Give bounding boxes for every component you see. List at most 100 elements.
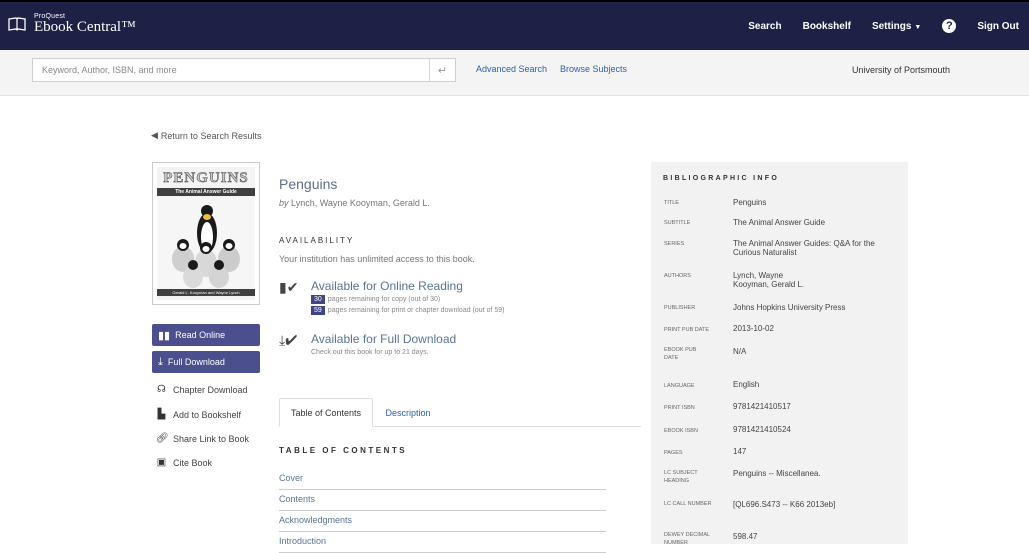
toc-item-cover[interactable]: Cover (279, 469, 606, 490)
nav-settings[interactable]: Settings ▼ (872, 21, 921, 32)
penguins-illustration (157, 197, 255, 289)
read-online-label: Read Online (175, 330, 226, 340)
nav-bookshelf[interactable]: Bookshelf (803, 21, 851, 32)
book-authors: by Lynch, Wayne Kooyman, Gerald L. (279, 198, 430, 208)
bib-label: SUBTITLE (664, 220, 691, 226)
quote-icon: ▣ (156, 457, 167, 468)
search-input[interactable] (33, 65, 429, 75)
read-online-button[interactable]: ▮▮ Read Online (152, 324, 260, 346)
toc-item-contents[interactable]: Contents (279, 490, 606, 511)
bib-label: PRINT ISBN (664, 405, 695, 411)
toc-item-acknowledgments[interactable]: Acknowledgments (279, 511, 606, 532)
brand-logo[interactable]: ProQuest Ebook Central™ (8, 13, 136, 35)
open-book-icon (8, 17, 26, 31)
headset-icon: ☊ (157, 384, 166, 395)
link-icon: 🔗︎ (156, 433, 169, 444)
top-navbar: ProQuest Ebook Central™ Search Bookshelf… (0, 0, 1029, 50)
nav-search[interactable]: Search (748, 21, 781, 32)
bib-value-print-isbn: 9781421410517 (733, 402, 791, 411)
authors-text: Lynch, Wayne Kooyman, Gerald L. (291, 198, 430, 208)
cite-book-label: Cite Book (173, 457, 213, 468)
top-nav: Search Bookshelf Settings ▼ ? Sign Out (748, 2, 1029, 50)
advanced-search-link[interactable]: Advanced Search (476, 64, 547, 74)
bib-value-publisher: Johns Hopkins University Press (733, 303, 846, 312)
brand-name: Ebook Central™ (34, 19, 136, 35)
caret-down-icon: ▼ (914, 23, 922, 31)
chapter-download-link[interactable]: ☊ Chapter Download (156, 384, 248, 395)
content-tabs: Table of Contents Description (279, 398, 641, 427)
share-link-label: Share Link to Book (173, 433, 250, 444)
institution-name: University of Portsmouth (852, 65, 951, 75)
print-pages-text: pages remaining for print or chapter dow… (327, 307, 505, 314)
bib-value-print-pub-date: 2013-10-02 (733, 324, 774, 333)
add-bookshelf-label: Add to Bookshelf (173, 409, 242, 420)
return-to-results-link[interactable]: ◀ Return to Search Results (151, 130, 261, 141)
book-icon: ▮▮ (158, 329, 171, 342)
download-icon: ⤓ (158, 355, 163, 368)
print-pages-line: 59 pages remaining for print or chapter … (311, 306, 504, 315)
brand-text: ProQuest Ebook Central™ (34, 13, 136, 35)
copy-pages-text: pages remaining for copy (out of 30) (327, 296, 441, 303)
download-info-text: Check out this book for up to 21 days. (311, 349, 429, 356)
arrow-left-icon: ◀ (151, 130, 158, 140)
bib-value-series: The Animal Answer Guides: Q&A for the Cu… (733, 239, 875, 257)
search-box: ↵ (32, 58, 456, 82)
bib-label: DEWEY DECIMAL NUMBER (664, 532, 710, 546)
bib-label: LC SUBJECT HEADING (664, 470, 698, 484)
print-count-badge: 59 (311, 306, 325, 315)
bib-label: SERIES (664, 241, 685, 247)
cite-book-link[interactable]: ▣ Cite Book (156, 457, 212, 468)
toc-item-introduction[interactable]: Introduction (279, 532, 606, 553)
availability-description: Your institution has unlimited access to… (279, 254, 475, 264)
return-label: Return to Search Results (160, 130, 262, 141)
bib-value-title: Penguins (733, 198, 767, 207)
read-online-check-icon: ▮✔ (279, 279, 299, 295)
bib-label: TITLE (664, 200, 679, 206)
book-cover: PENGUINS The Animal Answer Guide Gerald … (152, 162, 260, 305)
browse-subjects-link[interactable]: Browse Subjects (560, 64, 627, 74)
full-download-button[interactable]: ⤓ Full Download (152, 351, 260, 373)
tab-table-of-contents[interactable]: Table of Contents (279, 398, 373, 427)
bookshelf-add-icon: ▙ (157, 409, 166, 420)
bib-value-lc-call-number: [QL696.S473 -- K66 2013eb] (733, 500, 836, 509)
bib-value-lc-subject: Penguins -- Miscellanea. (733, 469, 821, 478)
copy-pages-line: 30 pages remaining for copy (out of 30) (311, 295, 440, 304)
online-reading-link[interactable]: Available for Online Reading (311, 279, 463, 293)
bib-value-authors: Lynch, Wayne Kooyman, Gerald L. (733, 271, 805, 289)
bib-label: EBOOK ISBN (664, 428, 698, 434)
copy-count-badge: 30 (311, 295, 325, 304)
tab-description[interactable]: Description (373, 398, 443, 427)
biblio-heading: BIBLIOGRAPHIC INFO (663, 175, 780, 182)
cover-image: PENGUINS The Animal Answer Guide Gerald … (157, 167, 255, 300)
bib-value-language: English (733, 380, 760, 389)
help-icon[interactable]: ? (942, 19, 957, 33)
download-info-line: Check out this book for up to 21 days. (311, 349, 429, 356)
bib-label: PRINT PUB DATE (664, 327, 710, 333)
bib-label: AUTHORS (664, 273, 691, 279)
bib-value-ebook-isbn: 9781421410524 (733, 425, 791, 434)
enter-icon[interactable]: ↵ (429, 59, 455, 81)
cover-title: PENGUINS (163, 170, 249, 187)
bib-label: PUBLISHER (664, 305, 696, 311)
chapter-download-label: Chapter Download (173, 384, 248, 395)
full-download-link[interactable]: Available for Full Download (311, 332, 456, 346)
nav-sign-out[interactable]: Sign Out (977, 21, 1019, 32)
share-link-link[interactable]: 🔗︎ Share Link to Book (156, 433, 249, 444)
availability-heading: AVAILABILITY (279, 236, 355, 245)
bib-label: PAGES (664, 450, 683, 456)
nav-settings-label: Settings (871, 20, 912, 32)
download-check-icon: ⤓✔ (279, 332, 298, 348)
bib-label: LANGUAGE (664, 383, 695, 389)
cover-author: Gerald L. Kooyman and Wayne Lynch (157, 289, 255, 296)
search-band: ↵ Advanced Search Browse Subjects Univer… (0, 50, 1029, 96)
bib-label: LC CALL NUMBER (664, 501, 712, 507)
add-to-bookshelf-link[interactable]: ▙ Add to Bookshelf (156, 409, 241, 420)
by-label: by (279, 198, 289, 208)
cover-subtitle: The Animal Answer Guide (157, 188, 255, 196)
bibliographic-info-panel: BIBLIOGRAPHIC INFO TITLE Penguins SUBTIT… (651, 162, 908, 546)
toc-heading: TABLE OF CONTENTS (279, 446, 408, 455)
bib-value-ebook-pub-date: N/A (733, 347, 747, 356)
bib-value-subtitle: The Animal Answer Guide (733, 218, 826, 227)
book-title: Penguins (279, 176, 338, 192)
bib-label: EBOOK PUB DATE (664, 347, 697, 361)
